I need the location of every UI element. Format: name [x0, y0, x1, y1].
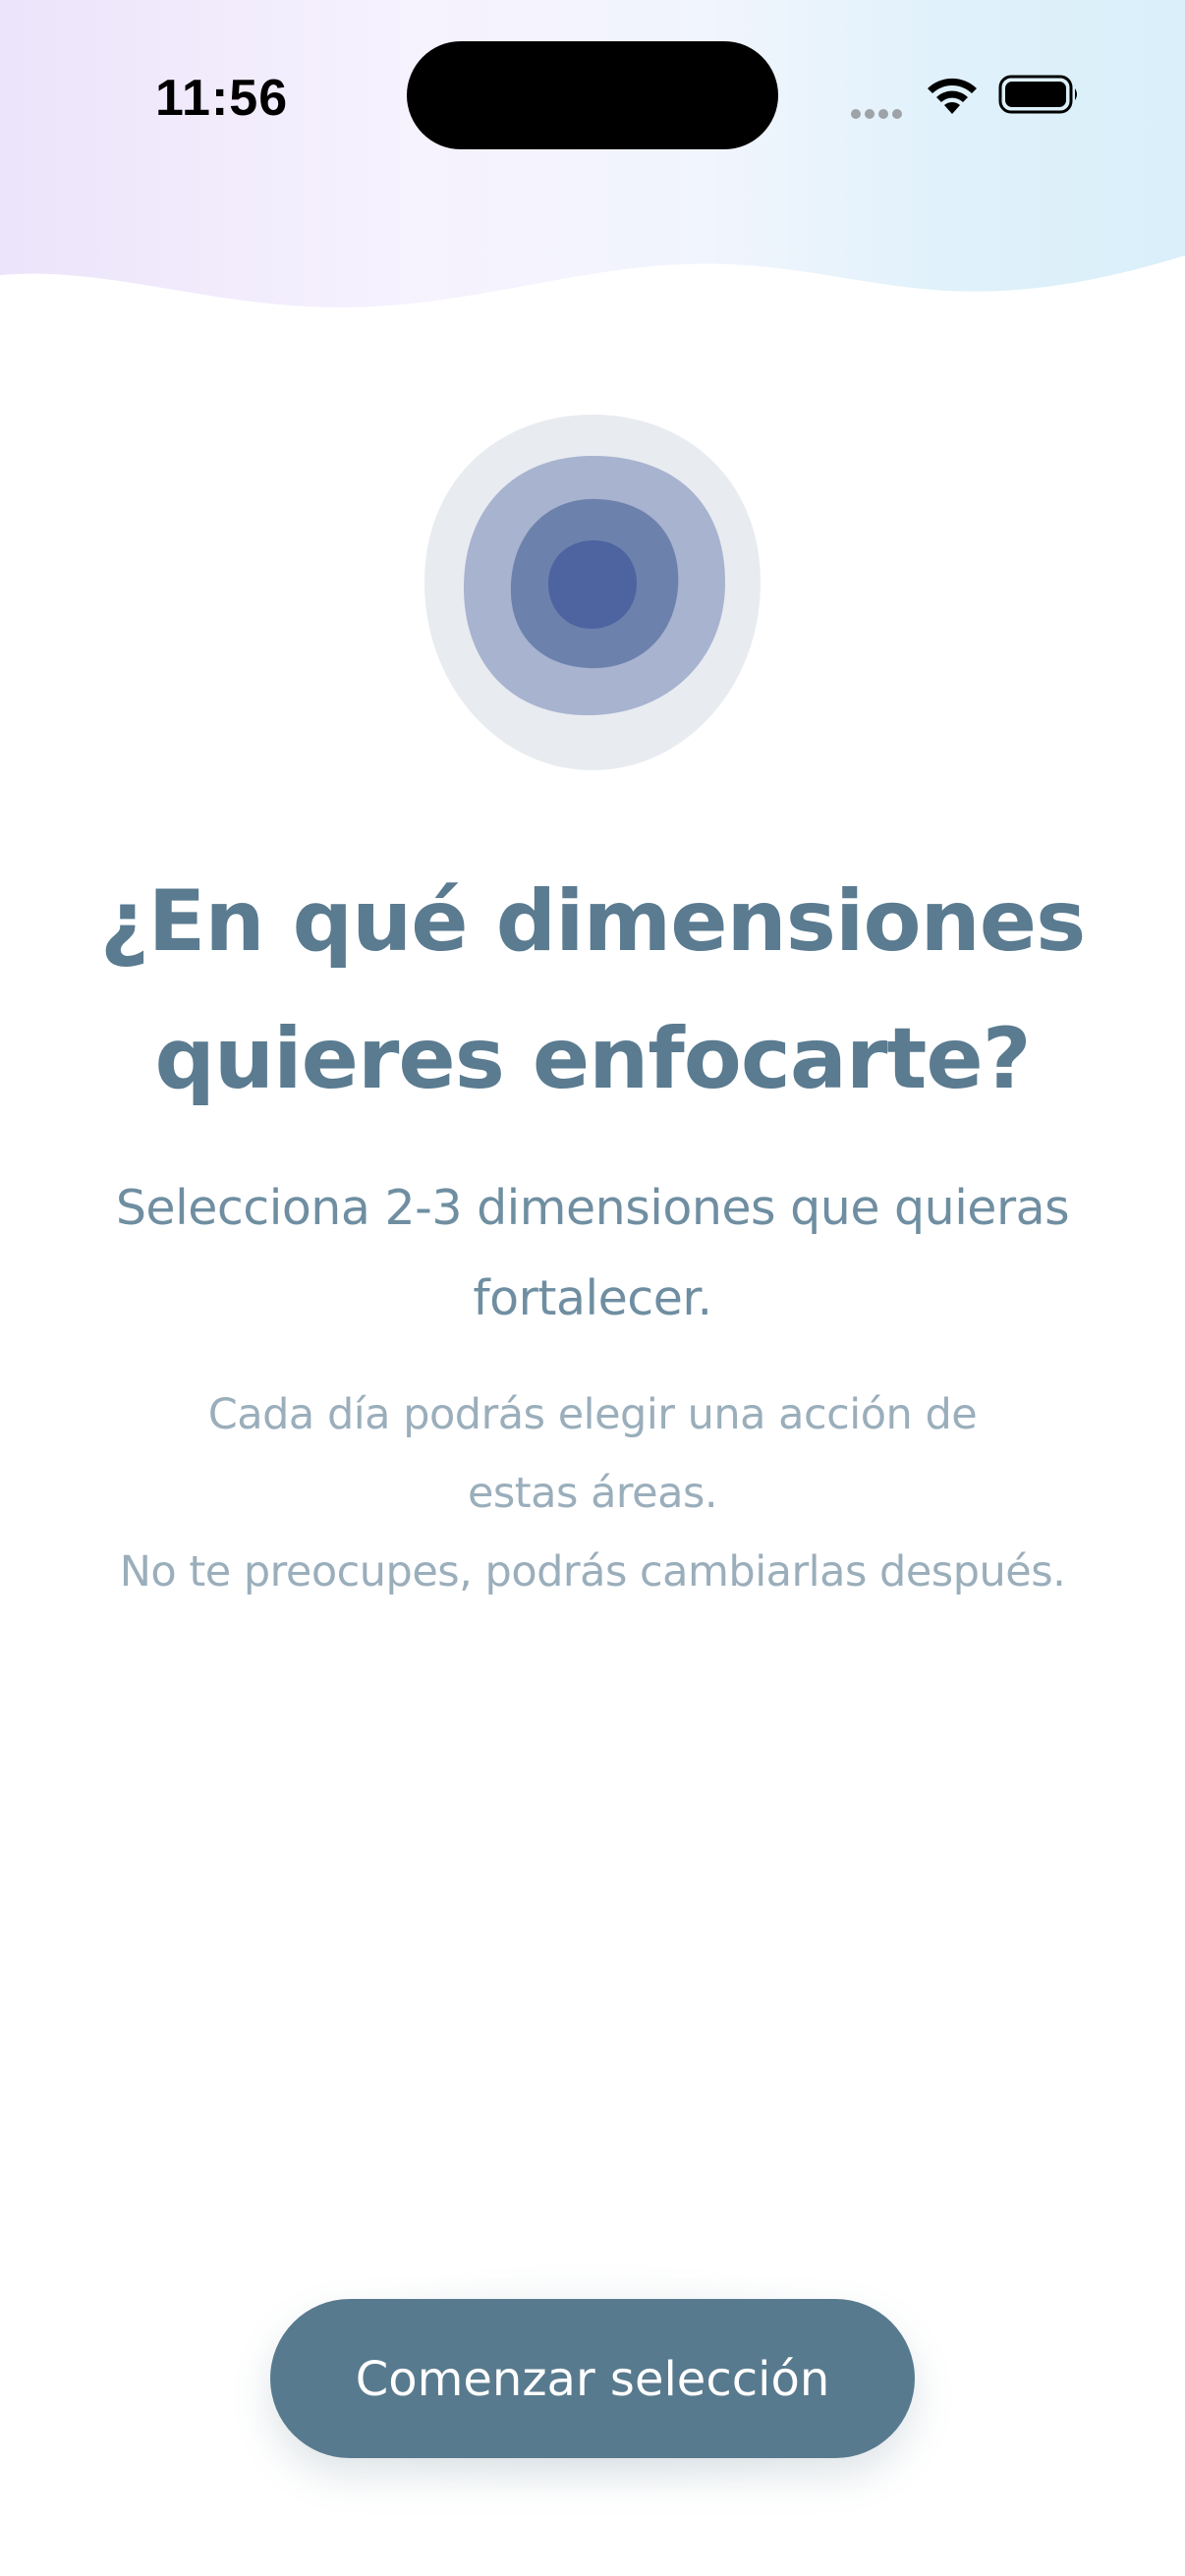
cellular-signal-icon — [851, 104, 906, 119]
start-selection-button[interactable]: Comenzar selección — [270, 2299, 915, 2458]
status-time: 11:56 — [155, 70, 289, 127]
helper-note: Cada día podrás elegir una acción de est… — [59, 1375, 1126, 1611]
page-subtitle: Selecciona 2-3 dimensiones que quieras f… — [79, 1163, 1106, 1344]
wifi-icon — [928, 78, 977, 114]
helper-note-line-3: No te preocupes, podrás cambiarlas despu… — [119, 1547, 1066, 1596]
dynamic-island — [407, 41, 778, 149]
helper-note-line-2: estas áreas. — [467, 1469, 718, 1518]
page-title-line-1: ¿En qué dimensiones — [99, 872, 1087, 971]
concentric-rings-illustration — [424, 415, 761, 770]
helper-note-line-1: Cada día podrás elegir una acción de — [207, 1390, 978, 1439]
page-subtitle-line-1: Selecciona 2-3 dimensiones que quieras — [115, 1180, 1070, 1236]
page-title: ¿En qué dimensiones quieres enfocarte? — [0, 853, 1185, 1128]
header-wave-divider — [0, 255, 1185, 354]
page-title-line-2: quieres enfocarte? — [154, 1010, 1031, 1108]
status-bar: 11:56 — [0, 0, 1185, 196]
battery-icon — [998, 75, 1077, 114]
page-subtitle-line-2: fortalecer. — [473, 1270, 712, 1326]
